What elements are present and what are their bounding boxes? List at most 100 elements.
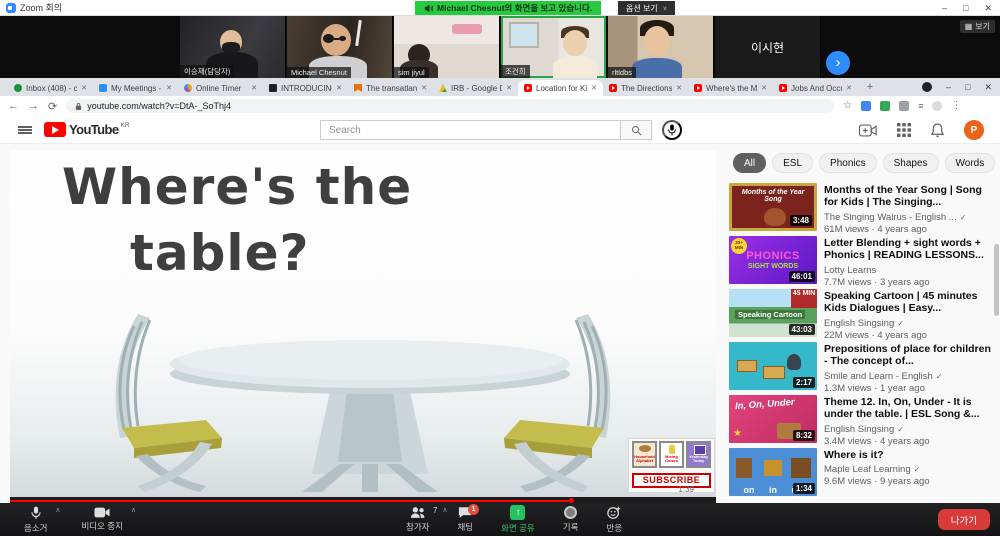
related-videos-sidebar: All ESL Phonics Shapes Words › Months of… (725, 144, 1000, 503)
tab-close-icon[interactable]: ✕ (676, 84, 682, 92)
chevron-up-icon[interactable]: ∧ (55, 506, 60, 514)
tab-inbox[interactable]: Inbox (408) - chesn✕ (8, 80, 93, 96)
duration-badge: 3:48 (790, 215, 812, 226)
participant-tile[interactable]: rltldbs (608, 16, 714, 78)
suggested-video[interactable]: Months of the Year Song 3:48 Months of t… (725, 180, 1000, 233)
tab-zoom-meetings[interactable]: My Meetings - Zoo✕ (93, 80, 178, 96)
star-decoration: ★ (733, 428, 742, 439)
participant-tile[interactable]: 이승재(담당자) (180, 16, 286, 78)
leave-meeting-button[interactable]: 나가기 (938, 509, 990, 530)
chip-esl[interactable]: ESL (772, 153, 813, 173)
reload-icon[interactable]: ⟳ (48, 100, 57, 113)
chip-all[interactable]: All (733, 153, 766, 173)
video-title: Speaking Cartoon | 45 minutes Kids Dialo… (824, 290, 994, 315)
participant-tile-active-speaker[interactable]: 조건희 (501, 16, 607, 78)
duration-badge: 1:34 (793, 483, 815, 494)
duration-badge: 2:17 (793, 377, 815, 388)
chip-shapes[interactable]: Shapes (883, 153, 939, 173)
account-avatar[interactable]: P (964, 120, 984, 140)
profile-icon[interactable] (932, 101, 942, 111)
participant-tile[interactable]: sim jiyul (394, 16, 500, 78)
tab-close-icon[interactable]: ✕ (761, 84, 767, 92)
tab-transatlantic[interactable]: The transatlantic✕ (348, 80, 433, 96)
suggested-video[interactable]: 2:17 Prepositions of place for children … (725, 339, 1000, 392)
minimize-button[interactable]: – (942, 3, 947, 13)
tab-jobs-occupations[interactable]: Jobs And Occupati✕ (773, 80, 858, 96)
tab-location-for-kids-active[interactable]: Location for Kids -✕ (518, 80, 603, 96)
suggested-video[interactable]: PHONICS SIGHT WORDS 30+ MIN 46:01 Letter… (725, 233, 1000, 286)
voice-search-button[interactable] (662, 120, 682, 140)
search-input[interactable] (320, 120, 620, 140)
zoom-app-icon (6, 3, 16, 13)
tab-close-icon[interactable]: ✕ (506, 84, 512, 92)
suggested-video[interactable]: on in un 1:34 Where is it? Maple Leaf Le… (725, 445, 1000, 498)
browser-minimize-button[interactable]: – (946, 82, 951, 92)
hamburger-menu-icon[interactable] (18, 126, 32, 134)
tab-close-icon[interactable]: ✕ (81, 84, 87, 92)
browser-close-button[interactable]: ✕ (984, 82, 992, 93)
back-icon[interactable]: ← (8, 100, 19, 112)
participant-name: Michael Chesnut (287, 67, 351, 78)
gallery-view-button[interactable]: ▦ 보기 (960, 20, 995, 33)
reactions-button[interactable]: 반응 (596, 503, 632, 536)
endcard-video-thumb[interactable]: Mixing Colors (659, 441, 684, 468)
tab-google-drive[interactable]: IRB - Google Driv✕ (433, 80, 518, 96)
record-button[interactable]: 기록 (553, 503, 589, 536)
participants-button[interactable]: 참가자 7 ∧ (396, 503, 439, 536)
chip-phonics[interactable]: Phonics (819, 153, 877, 173)
tab-wheres-the-monkey[interactable]: Where's the Monk✕ (688, 80, 773, 96)
verified-icon: ✓ (914, 465, 921, 474)
tab-close-icon[interactable]: ✕ (336, 84, 342, 92)
apps-grid-icon[interactable] (897, 123, 911, 137)
endcard-video-thumb[interactable]: Household Alphabet (632, 441, 657, 468)
endcard-video-thumb[interactable]: Yesterday Today (686, 441, 711, 468)
suggested-video[interactable]: In, On, Under ★ 8:32 Theme 12. In, On, U… (725, 392, 1000, 445)
extensions-puzzle-icon[interactable] (899, 101, 909, 111)
extension-icon-blue[interactable] (861, 101, 871, 111)
stop-video-button[interactable]: 비디오 중지 ∧ (71, 503, 132, 536)
tab-close-icon[interactable]: ✕ (846, 84, 852, 92)
suggested-video[interactable]: 45 MIN Speaking Cartoon 43:03 Speaking C… (725, 286, 1000, 339)
search-button[interactable] (620, 120, 652, 140)
tab-introducing[interactable]: INTRODUCING CU✕ (263, 80, 348, 96)
video-thumbnail: 45 MIN Speaking Cartoon 43:03 (729, 289, 817, 337)
video-player[interactable]: Where's the table? (10, 150, 716, 503)
next-participants-button[interactable]: › (826, 51, 850, 75)
chevron-up-icon[interactable]: ∧ (131, 506, 136, 514)
duration-flag: 45 MIN (791, 289, 817, 308)
duration-badge: 46:01 (789, 271, 815, 282)
maximize-button[interactable]: □ (963, 3, 968, 13)
browser-tab-strip: Inbox (408) - chesn✕ My Meetings - Zoo✕ … (0, 78, 1000, 96)
chip-words[interactable]: Words (945, 153, 996, 173)
subscribe-endcard: Household Alphabet Mixing Colors Yesterd… (628, 438, 715, 493)
video-thumbnail: on in un 1:34 (729, 448, 817, 496)
tab-close-icon[interactable]: ✕ (251, 84, 257, 92)
subscribe-button[interactable]: SUBSCRIBE (632, 473, 711, 488)
browser-maximize-button[interactable]: □ (965, 82, 970, 92)
share-screen-button[interactable]: ↑ 화면 공유 (491, 503, 545, 536)
forward-icon[interactable]: → (28, 100, 39, 112)
new-tab-button[interactable]: + (862, 80, 878, 96)
mute-button[interactable]: 음소거 ∧ (14, 503, 57, 536)
browser-profile-icon[interactable] (922, 82, 932, 92)
participant-tile-video-off[interactable]: 이시현 (715, 16, 821, 78)
create-video-icon[interactable] (859, 124, 877, 137)
bookmark-star-icon[interactable]: ☆ (843, 101, 852, 111)
address-bar[interactable]: youtube.com/watch?v=DtA-_SoThj4 (66, 99, 834, 113)
close-button[interactable]: ✕ (984, 3, 992, 14)
tab-close-icon[interactable]: ✕ (166, 84, 172, 92)
view-options-button[interactable]: 옵션 보기 ∨ (618, 1, 675, 15)
tab-close-icon[interactable]: ✕ (591, 84, 597, 92)
sidebar-scrollbar[interactable] (994, 244, 999, 316)
notifications-bell-icon[interactable] (931, 123, 944, 138)
chat-button[interactable]: 채팅 1 (447, 503, 483, 536)
browser-menu-icon[interactable]: ⋮ (951, 101, 961, 111)
tab-directions-song[interactable]: The Directions Son✕ (603, 80, 688, 96)
extension-icon-green[interactable] (880, 101, 890, 111)
participant-tile[interactable]: Michael Chesnut (287, 16, 393, 78)
tab-online-timer[interactable]: Online Timer✕ (178, 80, 263, 96)
reading-list-icon[interactable]: ≡ (918, 101, 923, 111)
youtube-logo[interactable]: YouTube KR (44, 122, 130, 137)
verified-icon: ✓ (936, 372, 943, 381)
tab-close-icon[interactable]: ✕ (421, 84, 427, 92)
